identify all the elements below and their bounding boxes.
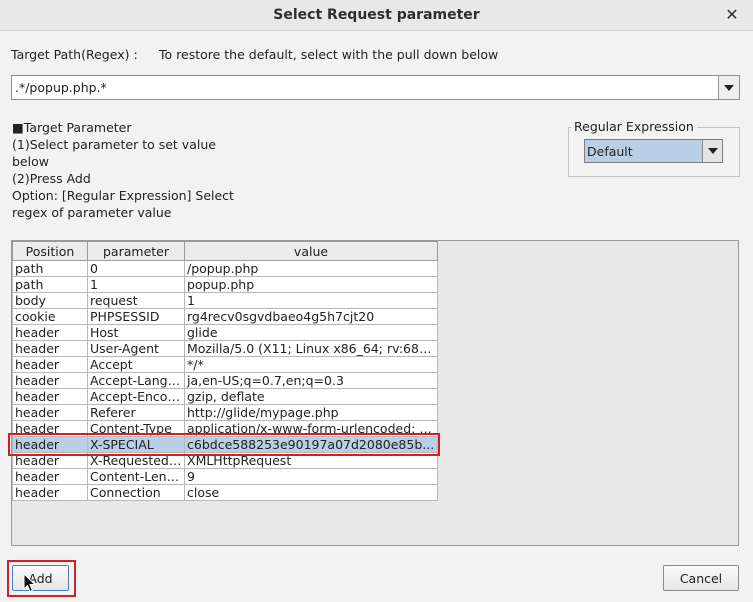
instructions: ■Target Parameter (1)Select parameter to… [12,119,252,221]
target-path-input[interactable]: .*/popup.php.* [15,80,107,95]
cell-position: header [12,436,88,453]
regex-group-legend: Regular Expression [571,119,697,134]
cell-value: gzip, deflate [184,388,438,405]
table-row[interactable]: header Accept-Encoding gzip, deflate [12,388,438,405]
close-icon[interactable]: ✕ [723,5,741,25]
parameter-table: Position parameter value path 0/popup.php… [12,241,438,501]
cell-value: XMLHttpRequest [184,452,438,469]
cell-position: body [12,292,88,309]
cell-value: close [184,484,438,501]
cell-value: ja,en-US;q=0.7,en;q=0.3 [184,372,438,389]
cell-position: header [12,324,88,341]
cell-parameter: Connection [87,484,185,501]
instruction-line: (2)Press Add [12,171,91,186]
column-header-position[interactable]: Position [12,241,88,261]
table-row[interactable]: path 1 popup.php [12,276,438,293]
regex-select-value: Default [587,144,633,159]
cell-value: glide [184,324,438,341]
title-bar: Select Request parameter ✕ [0,0,753,31]
table-row[interactable]: header User-Agent Mozilla/5.0 (X11; Linux … [12,340,438,357]
cell-value: c6bdce588253e90197a07d2080e85b... [184,436,438,453]
table-row[interactable]: header Connection close [12,484,438,501]
cell-parameter: Accept [87,356,185,373]
cell-value: /popup.php [184,260,438,277]
cell-parameter: PHPSESSID [87,308,185,325]
cell-position: header [12,388,88,405]
cell-value: rg4recv0sgvdbaeo4g5h7cjt20 [184,308,438,325]
cell-position: header [12,468,88,485]
table-row[interactable]: path 0/popup.php [12,260,438,277]
table-row[interactable]: body request 1 [12,292,438,309]
table-row[interactable]: header Accept */* [12,356,438,373]
cell-parameter: Accept-Encoding [87,388,185,405]
cell-parameter: Host [87,324,185,341]
mouse-pointer-icon [23,573,37,593]
table-row[interactable]: header Referer http://glide/mypage.php [12,404,438,421]
instruction-line: regex of parameter value [12,205,172,220]
regex-select[interactable]: Default [584,139,723,163]
cell-parameter: Referer [87,404,185,421]
cell-position: header [12,420,88,437]
cell-value: application/x-www-form-urlencoded; chars… [184,420,438,437]
instruction-line: (1)Select parameter to set value [12,137,216,152]
dialog-title: Select Request parameter [273,7,480,23]
cell-parameter: request [87,292,185,309]
cell-value: 9 [184,468,438,485]
table-row[interactable]: headerX-Requested-WithXMLHttpRequest [12,452,438,469]
table-row[interactable]: headerAccept-Languageja,en-US;q=0.7,en;q… [12,372,438,389]
cancel-button[interactable]: Cancel [663,565,739,591]
cell-position: path [12,276,88,293]
table-row[interactable]: header Host glide [12,324,438,341]
cell-parameter: User-Agent [87,340,185,357]
table-row[interactable]: header X-SPECIAL c6bdce588253e90197a07d208… [12,436,438,453]
cell-value: http://glide/mypage.php [184,404,438,421]
cell-position: header [12,404,88,421]
cell-value: popup.php [184,276,438,293]
cell-parameter: 1 [87,276,185,293]
target-path-label: Target Path(Regex) : [11,47,138,62]
cell-position: cookie [12,308,88,325]
table-row[interactable]: header Content-Length 9 [12,468,438,485]
cell-parameter: Content-Type [87,420,185,437]
chevron-down-icon [724,85,734,91]
regex-dropdown-button[interactable] [702,140,722,162]
cell-position: header [12,340,88,357]
cell-value: Mozilla/5.0 (X11; Linux x86_64; rv:68.0)… [184,340,438,357]
cell-position: header [12,356,88,373]
target-path-dropdown-button[interactable] [718,76,739,99]
cell-position: header [12,452,88,469]
table-row[interactable]: header Content-Type application/x-www-form… [12,420,438,437]
instruction-line: Option: [Regular Expression] Select [12,188,234,203]
cell-position: header [12,372,88,389]
cell-position: path [12,260,88,277]
add-button[interactable]: Add [12,565,69,591]
target-path-combobox[interactable]: .*/popup.php.* [11,75,740,100]
column-header-value[interactable]: value [184,241,438,261]
chevron-down-icon [708,148,718,154]
table-header-row: Position parameter value [12,241,438,261]
cell-parameter: Content-Length [87,468,185,485]
parameter-table-viewport[interactable]: Position parameter value path 0/popup.php… [11,240,739,546]
cell-position: header [12,484,88,501]
instruction-line: below [12,154,49,169]
cell-parameter: X-SPECIAL [87,436,185,453]
column-header-parameter[interactable]: parameter [87,241,185,261]
cell-value: 1 [184,292,438,309]
cell-parameter: Accept-Language [87,372,185,389]
table-row[interactable]: cookie PHPSESSID rg4recv0sgvdbaeo4g5h7cjt2… [12,308,438,325]
cell-parameter: 0 [87,260,185,277]
instruction-line: ■Target Parameter [12,120,132,135]
cell-value: */* [184,356,438,373]
cell-parameter: X-Requested-With [87,452,185,469]
target-path-hint: To restore the default, select with the … [159,47,499,62]
